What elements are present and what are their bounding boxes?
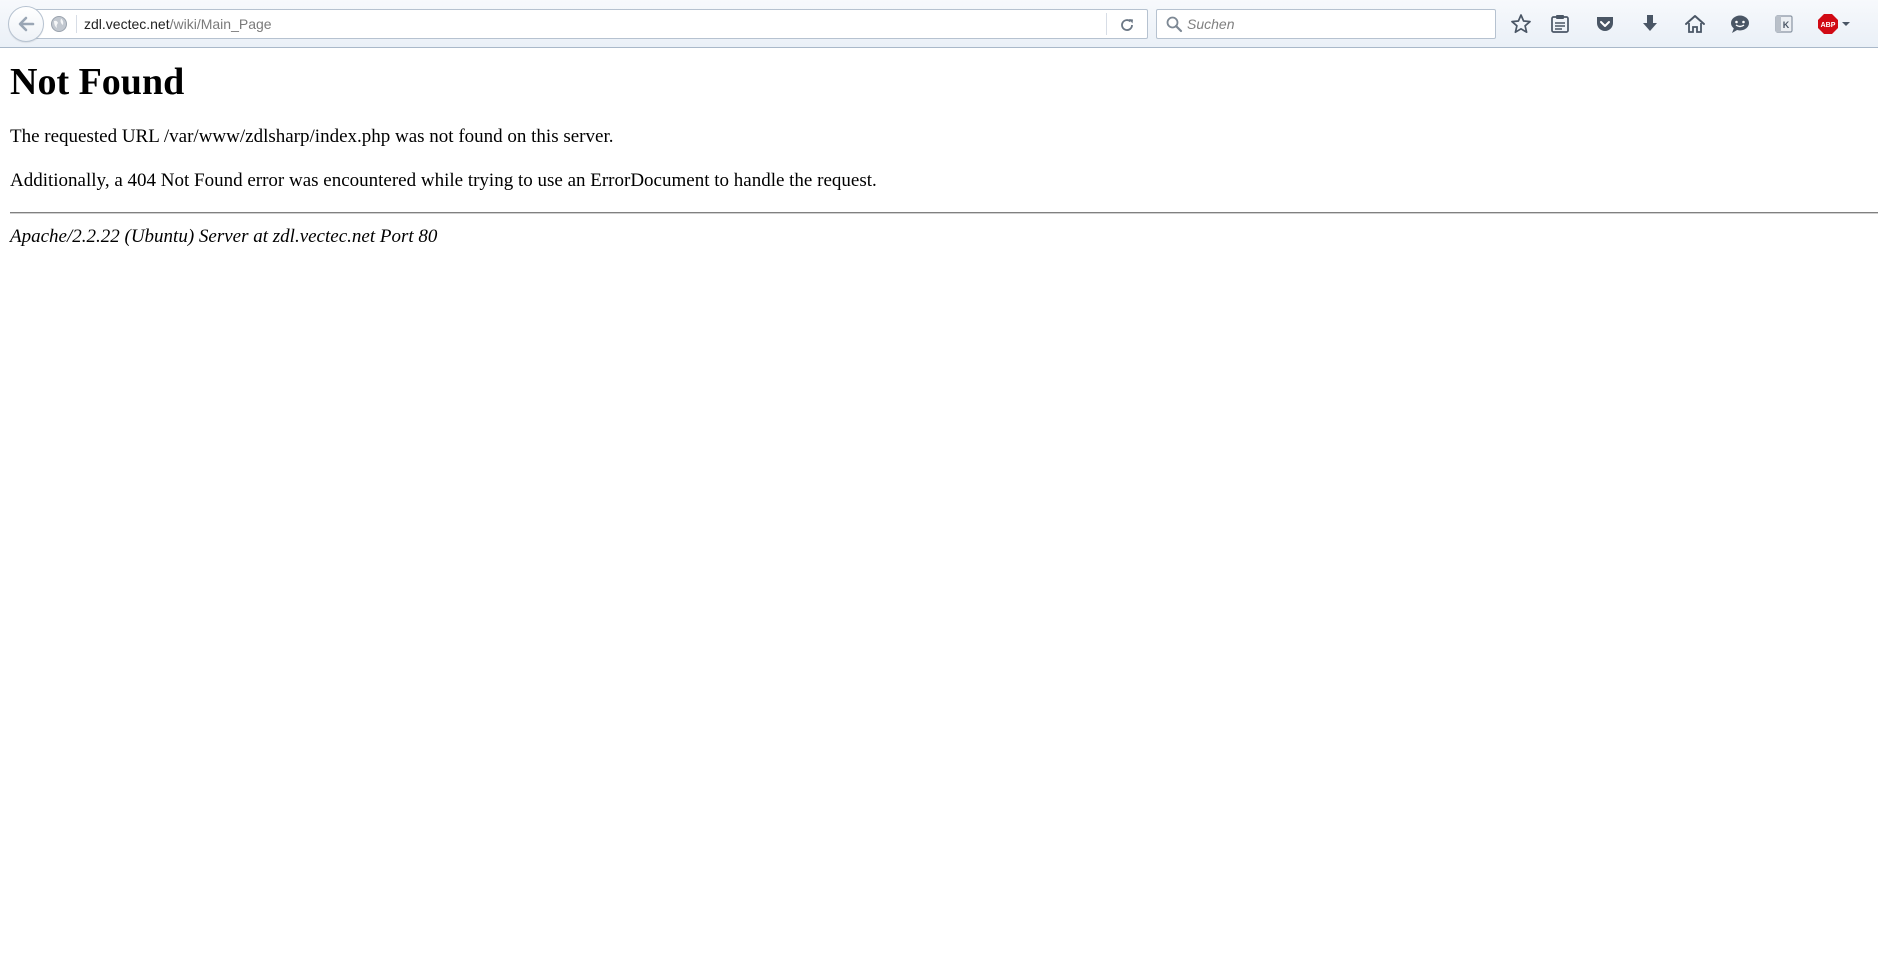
url-host: zdl.vectec.net xyxy=(84,16,170,32)
adblock-plus-button[interactable]: ABP xyxy=(1814,10,1854,38)
reading-list-icon xyxy=(1551,15,1569,33)
page-title: Not Found xyxy=(10,61,185,103)
page-content: Not Found The requested URL /var/www/zdl… xyxy=(10,48,1878,248)
k-extension-button[interactable]: K xyxy=(1770,10,1798,38)
error-message: The requested URL /var/www/zdlsharp/inde… xyxy=(10,126,614,147)
url-path: /wiki/Main_Page xyxy=(169,16,272,32)
back-button[interactable] xyxy=(8,6,44,42)
adblock-plus-icon: ABP xyxy=(1818,14,1850,34)
url-bar[interactable]: zdl.vectec.net/wiki/Main_Page xyxy=(36,9,1148,39)
server-signature: Apache/2.2.22 (Ubuntu) Server at zdl.vec… xyxy=(10,226,438,247)
k-extension-label: K xyxy=(1783,20,1790,30)
downloads-button[interactable] xyxy=(1636,10,1664,38)
download-icon xyxy=(1643,15,1657,31)
browser-toolbar: zdl.vectec.net/wiki/Main_Page Suchen K A… xyxy=(0,0,1878,48)
bookmark-star-button[interactable] xyxy=(1507,10,1535,38)
star-icon xyxy=(1511,14,1531,34)
chevron-down-icon xyxy=(1842,22,1850,26)
reload-icon[interactable] xyxy=(1118,16,1136,34)
chat-button[interactable] xyxy=(1726,10,1754,38)
reload-divider xyxy=(1106,13,1107,35)
back-arrow-icon xyxy=(18,16,35,32)
divider xyxy=(10,212,1878,214)
k-extension-icon: K xyxy=(1775,15,1793,33)
home-icon xyxy=(1685,15,1705,33)
globe-icon[interactable] xyxy=(50,15,68,33)
adblock-plus-label: ABP xyxy=(1821,22,1836,29)
additional-error-message: Additionally, a 404 Not Found error was … xyxy=(10,170,877,191)
url-text[interactable]: zdl.vectec.net/wiki/Main_Page xyxy=(84,16,272,32)
pocket-button[interactable] xyxy=(1591,10,1619,38)
pocket-icon xyxy=(1597,17,1613,31)
search-bar[interactable]: Suchen xyxy=(1156,9,1496,39)
reading-list-button[interactable] xyxy=(1546,10,1574,38)
home-button[interactable] xyxy=(1681,10,1709,38)
url-divider xyxy=(76,15,77,33)
search-placeholder: Suchen xyxy=(1187,16,1235,32)
chat-icon xyxy=(1731,15,1749,33)
search-icon xyxy=(1166,16,1183,33)
